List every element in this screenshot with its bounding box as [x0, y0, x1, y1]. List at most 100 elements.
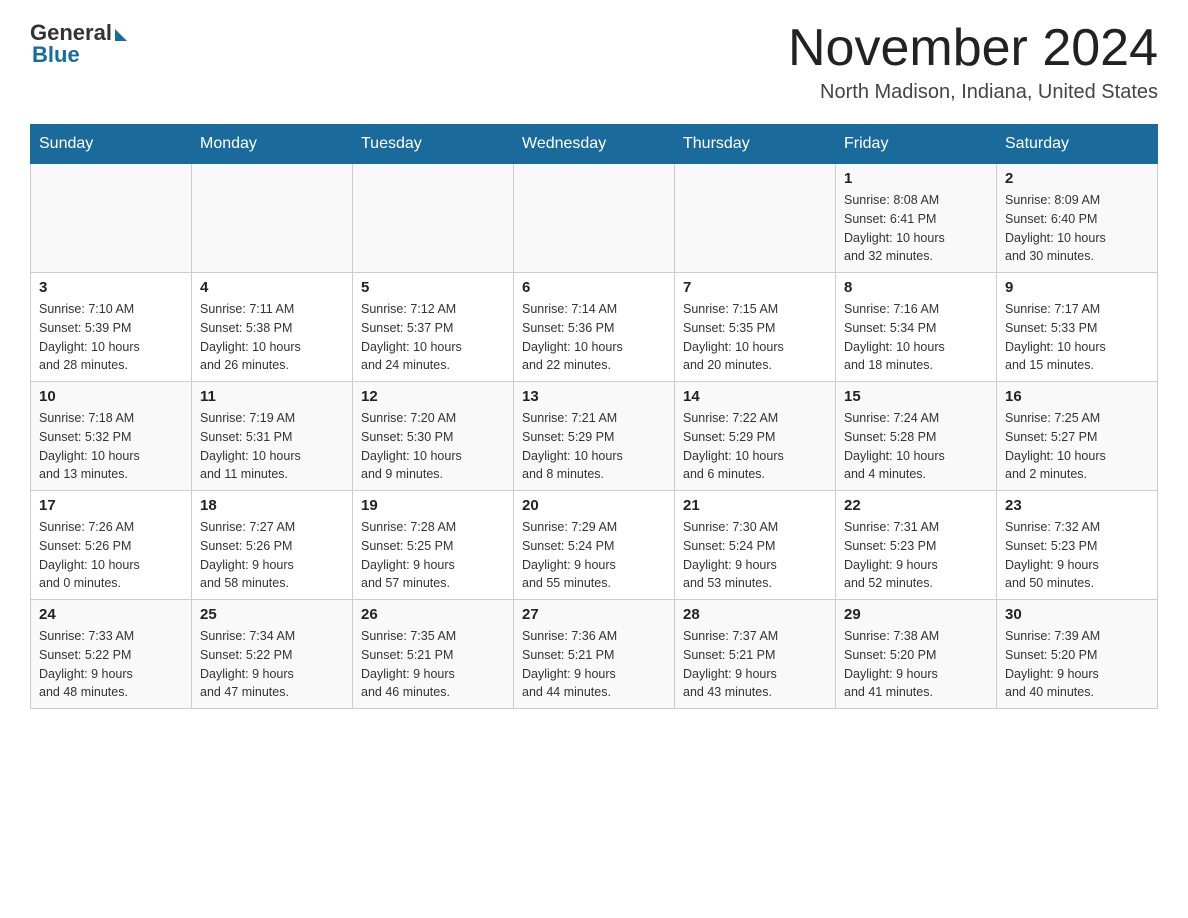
weekday-header-thursday: Thursday — [675, 125, 836, 164]
day-info: Sunrise: 7:37 AMSunset: 5:21 PMDaylight:… — [683, 627, 827, 702]
day-number: 23 — [1005, 497, 1149, 514]
day-number: 6 — [522, 279, 666, 296]
calendar-cell: 22Sunrise: 7:31 AMSunset: 5:23 PMDayligh… — [836, 491, 997, 600]
day-number: 16 — [1005, 388, 1149, 405]
calendar-cell — [675, 164, 836, 273]
calendar-cell: 24 Sunrise: 7:33 AMSunset: 5:22 PMDayligh… — [31, 600, 192, 709]
calendar-cell — [31, 164, 192, 273]
day-number: 11 — [200, 388, 344, 405]
day-info: Sunrise: 7:33 AMSunset: 5:22 PMDaylight:… — [39, 627, 183, 702]
day-number: 21 — [683, 497, 827, 514]
day-number: 1 — [844, 170, 988, 187]
calendar-cell: 11 Sunrise: 7:19 AMSunset: 5:31 PMDayligh… — [192, 382, 353, 491]
calendar-cell: 27 Sunrise: 7:36 AMSunset: 5:21 PMDayligh… — [514, 600, 675, 709]
day-info: Sunrise: 8:08 AMSunset: 6:41 PMDaylight:… — [844, 191, 988, 266]
day-info: Sunrise: 7:20 AMSunset: 5:30 PMDaylight:… — [361, 409, 505, 484]
calendar-cell: 3 Sunrise: 7:10 AMSunset: 5:39 PMDaylight… — [31, 273, 192, 382]
weekday-header-monday: Monday — [192, 125, 353, 164]
day-info: Sunrise: 7:38 AMSunset: 5:20 PMDaylight:… — [844, 627, 988, 702]
day-number: 3 — [39, 279, 183, 296]
calendar-cell: 21Sunrise: 7:30 AMSunset: 5:24 PMDayligh… — [675, 491, 836, 600]
day-info: Sunrise: 7:34 AMSunset: 5:22 PMDaylight:… — [200, 627, 344, 702]
day-info: Sunrise: 7:12 AMSunset: 5:37 PMDaylight:… — [361, 300, 505, 375]
calendar-week-row: 1 Sunrise: 8:08 AMSunset: 6:41 PMDaylight… — [31, 164, 1158, 273]
day-info: Sunrise: 7:16 AMSunset: 5:34 PMDaylight:… — [844, 300, 988, 375]
day-number: 4 — [200, 279, 344, 296]
day-number: 13 — [522, 388, 666, 405]
day-number: 20 — [522, 497, 666, 514]
calendar-cell: 10 Sunrise: 7:18 AMSunset: 5:32 PMDayligh… — [31, 382, 192, 491]
month-title: November 2024 — [788, 20, 1158, 77]
weekday-header-tuesday: Tuesday — [353, 125, 514, 164]
calendar-cell: 14Sunrise: 7:22 AMSunset: 5:29 PMDayligh… — [675, 382, 836, 491]
day-number: 7 — [683, 279, 827, 296]
day-info: Sunrise: 7:17 AMSunset: 5:33 PMDaylight:… — [1005, 300, 1149, 375]
day-number: 15 — [844, 388, 988, 405]
day-number: 10 — [39, 388, 183, 405]
day-info: Sunrise: 7:26 AMSunset: 5:26 PMDaylight:… — [39, 518, 183, 593]
day-info: Sunrise: 7:28 AMSunset: 5:25 PMDaylight:… — [361, 518, 505, 593]
day-info: Sunrise: 7:39 AMSunset: 5:20 PMDaylight:… — [1005, 627, 1149, 702]
day-info: Sunrise: 7:36 AMSunset: 5:21 PMDaylight:… — [522, 627, 666, 702]
day-info: Sunrise: 7:24 AMSunset: 5:28 PMDaylight:… — [844, 409, 988, 484]
calendar-week-row: 10 Sunrise: 7:18 AMSunset: 5:32 PMDayligh… — [31, 382, 1158, 491]
calendar-cell: 13 Sunrise: 7:21 AMSunset: 5:29 PMDayligh… — [514, 382, 675, 491]
calendar-cell: 2Sunrise: 8:09 AMSunset: 6:40 PMDaylight… — [997, 164, 1158, 273]
location-text: North Madison, Indiana, United States — [788, 81, 1158, 104]
title-section: November 2024 North Madison, Indiana, Un… — [788, 20, 1158, 104]
day-info: Sunrise: 7:15 AMSunset: 5:35 PMDaylight:… — [683, 300, 827, 375]
calendar-cell — [353, 164, 514, 273]
calendar-cell: 15 Sunrise: 7:24 AMSunset: 5:28 PMDayligh… — [836, 382, 997, 491]
calendar-cell: 20 Sunrise: 7:29 AMSunset: 5:24 PMDayligh… — [514, 491, 675, 600]
day-info: Sunrise: 7:19 AMSunset: 5:31 PMDaylight:… — [200, 409, 344, 484]
calendar-week-row: 17Sunrise: 7:26 AMSunset: 5:26 PMDayligh… — [31, 491, 1158, 600]
calendar-cell: 26 Sunrise: 7:35 AMSunset: 5:21 PMDayligh… — [353, 600, 514, 709]
day-number: 18 — [200, 497, 344, 514]
day-number: 9 — [1005, 279, 1149, 296]
day-info: Sunrise: 7:31 AMSunset: 5:23 PMDaylight:… — [844, 518, 988, 593]
calendar-cell: 4 Sunrise: 7:11 AMSunset: 5:38 PMDaylight… — [192, 273, 353, 382]
logo-arrow-icon — [115, 29, 127, 41]
day-number: 14 — [683, 388, 827, 405]
calendar-cell — [514, 164, 675, 273]
day-number: 5 — [361, 279, 505, 296]
weekday-header-wednesday: Wednesday — [514, 125, 675, 164]
day-info: Sunrise: 8:09 AMSunset: 6:40 PMDaylight:… — [1005, 191, 1149, 266]
logo: General Blue — [30, 20, 127, 68]
day-info: Sunrise: 7:32 AMSunset: 5:23 PMDaylight:… — [1005, 518, 1149, 593]
day-number: 26 — [361, 606, 505, 623]
page-header: General Blue November 2024 North Madison… — [30, 20, 1158, 104]
day-info: Sunrise: 7:21 AMSunset: 5:29 PMDaylight:… — [522, 409, 666, 484]
calendar-cell: 19 Sunrise: 7:28 AMSunset: 5:25 PMDayligh… — [353, 491, 514, 600]
calendar-cell: 23 Sunrise: 7:32 AMSunset: 5:23 PMDayligh… — [997, 491, 1158, 600]
day-info: Sunrise: 7:11 AMSunset: 5:38 PMDaylight:… — [200, 300, 344, 375]
calendar-cell — [192, 164, 353, 273]
day-info: Sunrise: 7:14 AMSunset: 5:36 PMDaylight:… — [522, 300, 666, 375]
weekday-header-friday: Friday — [836, 125, 997, 164]
calendar-cell: 17Sunrise: 7:26 AMSunset: 5:26 PMDayligh… — [31, 491, 192, 600]
day-number: 28 — [683, 606, 827, 623]
day-info: Sunrise: 7:27 AMSunset: 5:26 PMDaylight:… — [200, 518, 344, 593]
day-number: 30 — [1005, 606, 1149, 623]
day-info: Sunrise: 7:18 AMSunset: 5:32 PMDaylight:… — [39, 409, 183, 484]
day-number: 19 — [361, 497, 505, 514]
calendar-cell: 30 Sunrise: 7:39 AMSunset: 5:20 PMDayligh… — [997, 600, 1158, 709]
calendar-cell: 6 Sunrise: 7:14 AMSunset: 5:36 PMDaylight… — [514, 273, 675, 382]
day-info: Sunrise: 7:10 AMSunset: 5:39 PMDaylight:… — [39, 300, 183, 375]
weekday-header-row: SundayMondayTuesdayWednesdayThursdayFrid… — [31, 125, 1158, 164]
calendar-cell: 12Sunrise: 7:20 AMSunset: 5:30 PMDayligh… — [353, 382, 514, 491]
day-info: Sunrise: 7:29 AMSunset: 5:24 PMDaylight:… — [522, 518, 666, 593]
calendar-cell: 5 Sunrise: 7:12 AMSunset: 5:37 PMDaylight… — [353, 273, 514, 382]
day-info: Sunrise: 7:35 AMSunset: 5:21 PMDaylight:… — [361, 627, 505, 702]
weekday-header-sunday: Sunday — [31, 125, 192, 164]
day-number: 27 — [522, 606, 666, 623]
calendar-cell: 9 Sunrise: 7:17 AMSunset: 5:33 PMDaylight… — [997, 273, 1158, 382]
day-number: 24 — [39, 606, 183, 623]
calendar-cell: 1 Sunrise: 8:08 AMSunset: 6:41 PMDaylight… — [836, 164, 997, 273]
calendar-cell: 28 Sunrise: 7:37 AMSunset: 5:21 PMDayligh… — [675, 600, 836, 709]
calendar-table: SundayMondayTuesdayWednesdayThursdayFrid… — [30, 124, 1158, 709]
logo-blue-text: Blue — [32, 42, 80, 68]
day-number: 29 — [844, 606, 988, 623]
calendar-week-row: 24 Sunrise: 7:33 AMSunset: 5:22 PMDayligh… — [31, 600, 1158, 709]
day-info: Sunrise: 7:25 AMSunset: 5:27 PMDaylight:… — [1005, 409, 1149, 484]
